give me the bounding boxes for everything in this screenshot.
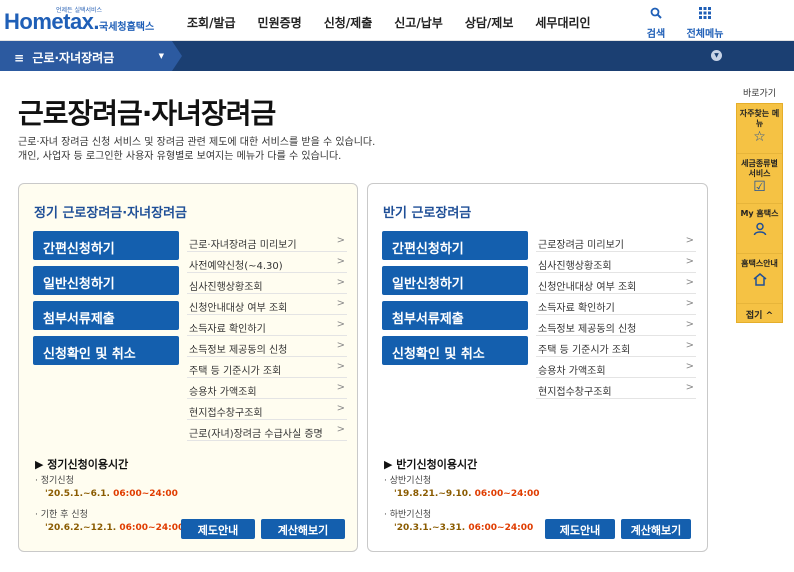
- chevron-right-icon: >: [685, 340, 694, 351]
- quick-menu-collapse-button[interactable]: 접기 ^: [737, 304, 782, 322]
- gnb-item-certificate[interactable]: 민원증명: [247, 14, 313, 31]
- list-item[interactable]: 승용차 가액조회 >: [536, 357, 696, 378]
- list-item[interactable]: 소득자료 확인하기 >: [536, 294, 696, 315]
- gnb-item-report-pay[interactable]: 신고/납부: [383, 14, 454, 31]
- all-menu-label: 전체메뉴: [686, 29, 724, 40]
- system-guide-button[interactable]: 제도안내: [545, 519, 615, 539]
- chevron-right-icon: >: [336, 382, 345, 393]
- list-item[interactable]: 사전예약신청(~4.30) >: [187, 252, 347, 273]
- hometax-logo[interactable]: 언제든 실택서비스 Hometax. 국세청홈택스: [4, 5, 164, 35]
- list-item[interactable]: 주택 등 기준시가 조회 >: [187, 357, 347, 378]
- logo-wordmark: Hometax.: [4, 9, 100, 34]
- page-description: 근로·자녀 장려금 신청 서비스 및 장려금 관련 제도에 대한 서비스를 받을…: [18, 136, 375, 164]
- chevron-right-icon: >: [685, 319, 694, 330]
- description-line-2: 개인, 사업자 등 로그인한 사용자 유형별로 보여지는 메뉴가 다를 수 있습…: [18, 151, 342, 162]
- chevron-right-icon: >: [336, 298, 345, 309]
- grid-menu-icon: [680, 7, 730, 22]
- gnb-item-inquiry[interactable]: 조회/발급: [176, 14, 247, 31]
- chevron-right-icon: >: [685, 361, 694, 372]
- list-item[interactable]: 소득정보 제공동의 신청 >: [536, 315, 696, 336]
- list-item[interactable]: 주택 등 기준시가 조회 >: [536, 336, 696, 357]
- location-bar: ≡ 근로·자녀장려금 ▼ ▼: [0, 41, 794, 71]
- easy-apply-button[interactable]: 간편신청하기: [33, 231, 179, 260]
- service-hours-title: ▶ 반기신청이용시간: [384, 458, 478, 471]
- list-item[interactable]: 현지접수창구조회 >: [536, 378, 696, 399]
- quick-menu-title: 바로가기: [742, 89, 777, 99]
- service-hours: · 정기신청 '20.5.1.~6.1. 06:00~24:00 · 기한 후 …: [35, 476, 185, 533]
- chevron-right-icon: >: [336, 361, 345, 372]
- chevron-right-icon: >: [336, 256, 345, 267]
- chevron-right-icon: >: [685, 256, 694, 267]
- calculate-button[interactable]: 계산해보기: [621, 519, 691, 539]
- chevron-right-icon: >: [336, 403, 345, 414]
- list-item[interactable]: 심사진행상황조회 >: [536, 252, 696, 273]
- search-label: 검색: [646, 29, 666, 40]
- page-title: 근로장려금·자녀장려금: [18, 97, 276, 130]
- action-button-list: 간편신청하기 일반신청하기 첨부서류제출 신청확인 및 취소: [382, 231, 528, 371]
- gnb-item-consult[interactable]: 상담/제보: [454, 14, 525, 31]
- current-menu-dropdown[interactable]: ≡ 근로·자녀장려금 ▼: [0, 41, 182, 71]
- list-item[interactable]: 소득자료 확인하기 >: [187, 315, 347, 336]
- regular-incentive-panel: 정기 근로장려금·자녀장려금 간편신청하기 일반신청하기 첨부서류제출 신청확인…: [18, 183, 358, 552]
- chevron-right-icon: >: [336, 424, 345, 435]
- quick-item-favorite-menu[interactable]: 자주찾는 메뉴 ☆: [737, 104, 782, 154]
- submit-documents-button[interactable]: 첨부서류제출: [382, 301, 528, 330]
- panel-title: 정기 근로장려금·자녀장려금: [34, 206, 187, 221]
- list-item[interactable]: 신청안내대상 여부 조회 >: [536, 273, 696, 294]
- quick-item-hometax-guide[interactable]: 홈택스안내: [737, 254, 782, 304]
- system-guide-button[interactable]: 제도안내: [181, 519, 255, 539]
- general-apply-button[interactable]: 일반신청하기: [382, 266, 528, 295]
- check-cancel-button[interactable]: 신청확인 및 취소: [382, 336, 528, 365]
- search-icon: [631, 7, 681, 22]
- quick-menu: 바로가기 자주찾는 메뉴 ☆ 세금종류별 서비스 ☑ My 홈택스 홈택스안내 …: [736, 86, 783, 323]
- quick-item-my-hometax[interactable]: My 홈택스: [737, 204, 782, 254]
- calculate-button[interactable]: 계산해보기: [261, 519, 345, 539]
- chevron-right-icon: >: [336, 235, 345, 246]
- chevron-right-icon: >: [685, 277, 694, 288]
- link-list: 근로장려금 미리보기 > 심사진행상황조회 > 신청안내대상 여부 조회 > 소득자료…: [536, 231, 696, 399]
- half-year-incentive-panel: 반기 근로장려금 간편신청하기 일반신청하기 첨부서류제출 신청확인 및 취소 …: [367, 183, 708, 552]
- quick-menu-box: 자주찾는 메뉴 ☆ 세금종류별 서비스 ☑ My 홈택스 홈택스안내 접기 ^: [736, 103, 783, 323]
- logo-korean-name: 국세청홈택스: [99, 22, 155, 33]
- top-header: 언제든 실택서비스 Hometax. 국세청홈택스 조회/발급 민원증명 신청/…: [0, 0, 794, 41]
- check-cancel-button[interactable]: 신청확인 및 취소: [33, 336, 179, 365]
- service-hours: · 상반기신청 '19.8.21.~9.10. 06:00~24:00 · 하반…: [384, 476, 540, 533]
- search-button[interactable]: 검색: [631, 7, 681, 40]
- hamburger-icon: ≡: [14, 51, 25, 65]
- all-menu-button[interactable]: 전체메뉴: [680, 7, 730, 40]
- current-menu-label: 근로·자녀장려금: [32, 51, 115, 65]
- list-item[interactable]: 심사진행상황조회 >: [187, 273, 347, 294]
- user-icon: [737, 222, 782, 237]
- submit-documents-button[interactable]: 첨부서류제출: [33, 301, 179, 330]
- service-hours-title: ▶ 정기신청이용시간: [35, 458, 129, 471]
- gnb-item-tax-agent[interactable]: 세무대리인: [524, 14, 601, 31]
- list-item[interactable]: 신청안내대상 여부 조회 >: [187, 294, 347, 315]
- chevron-right-icon: >: [336, 277, 345, 288]
- checkbox-icon: ☑: [753, 179, 766, 195]
- chevron-right-icon: >: [336, 340, 345, 351]
- link-list: 근로·자녀장려금 미리보기 > 사전예약신청(~4.30) > 심사진행상황조회 > …: [187, 231, 347, 441]
- action-button-list: 간편신청하기 일반신청하기 첨부서류제출 신청확인 및 취소: [33, 231, 179, 371]
- chevron-right-icon: >: [685, 298, 694, 309]
- list-item[interactable]: 승용차 가액조회 >: [187, 378, 347, 399]
- chevron-right-icon: >: [685, 235, 694, 246]
- panel-title: 반기 근로장려금: [383, 206, 472, 221]
- description-line-1: 근로·자녀 장려금 신청 서비스 및 장려금 관련 제도에 대한 서비스를 받을…: [18, 137, 376, 148]
- chevron-right-icon: >: [685, 382, 694, 393]
- caret-down-icon: ▼: [158, 52, 164, 60]
- global-nav: 조회/발급 민원증명 신청/제출 신고/납부 상담/제보 세무대리인: [176, 14, 602, 31]
- gnb-item-apply[interactable]: 신청/제출: [313, 14, 384, 31]
- list-item[interactable]: 근로(자녀)장려금 수급사실 증명 >: [187, 420, 347, 441]
- list-item[interactable]: 근로장려금 미리보기 >: [536, 231, 696, 252]
- easy-apply-button[interactable]: 간편신청하기: [382, 231, 528, 260]
- chevron-down-icon[interactable]: ▼: [711, 50, 722, 61]
- general-apply-button[interactable]: 일반신청하기: [33, 266, 179, 295]
- list-item[interactable]: 근로·자녀장려금 미리보기 >: [187, 231, 347, 252]
- house-icon: [737, 272, 782, 287]
- list-item[interactable]: 소득정보 제공동의 신청 >: [187, 336, 347, 357]
- quick-item-tax-type-service[interactable]: 세금종류별 서비스 ☑: [737, 154, 782, 204]
- list-item[interactable]: 현지접수창구조회 >: [187, 399, 347, 420]
- chevron-right-icon: >: [336, 319, 345, 330]
- star-icon: ☆: [753, 129, 766, 145]
